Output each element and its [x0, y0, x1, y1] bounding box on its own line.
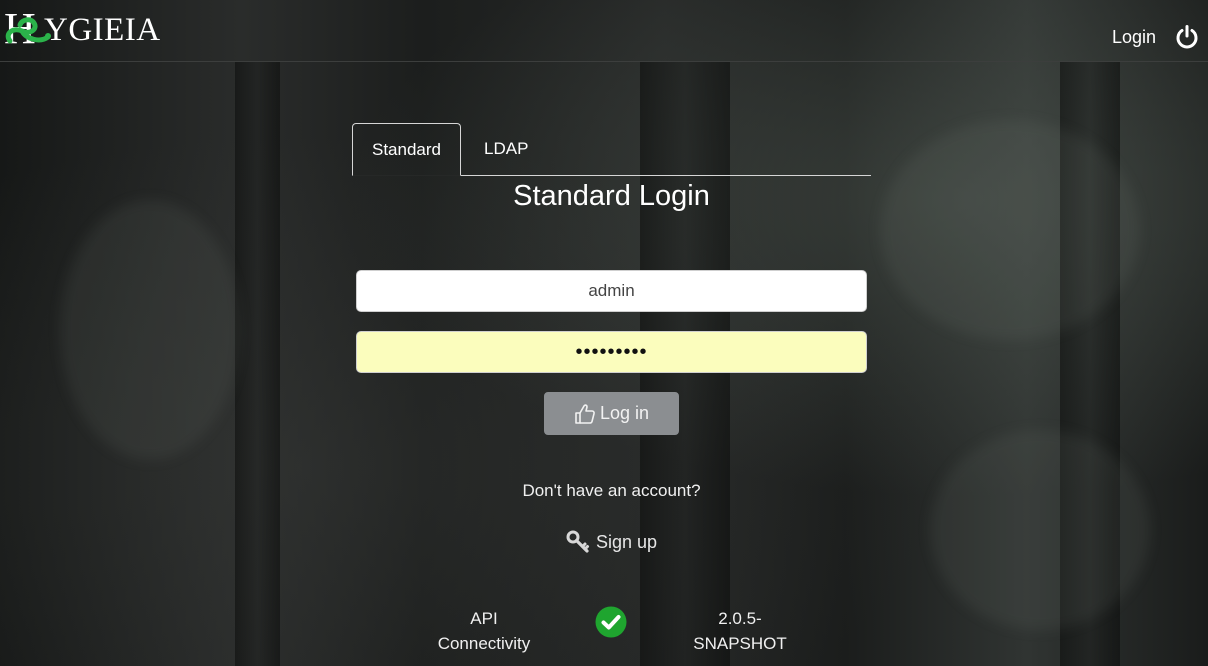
logo-letter: H [4, 7, 51, 51]
password-input[interactable] [356, 331, 867, 373]
signup-label: Sign up [596, 531, 658, 552]
snake-logo-icon [5, 17, 51, 44]
page-title: Standard Login [513, 180, 710, 212]
background-foliage [880, 120, 1140, 340]
check-circle-icon [595, 606, 627, 638]
version-line1: 2.0.5- [718, 609, 762, 628]
power-icon[interactable] [1174, 24, 1200, 50]
key-icon [566, 530, 589, 553]
username-input[interactable] [356, 270, 867, 312]
login-button-label: Log in [599, 403, 650, 423]
logo-text: YGIEIA [44, 12, 161, 48]
api-label-line2: Connectivity [437, 634, 531, 653]
version-label: 2.0.5- SNAPSHOT [678, 606, 802, 656]
login-tabs: Standard LDAP [352, 123, 871, 176]
api-connectivity-label: API Connectivity [424, 606, 544, 656]
tab-ldap[interactable]: LDAP [461, 123, 547, 175]
version-line2: SNAPSHOT [693, 634, 787, 653]
top-navbar: H YGIEIA Login [0, 0, 1208, 62]
hygieia-logo[interactable]: H YGIEIA [4, 6, 161, 52]
header-login-link[interactable]: Login [1112, 27, 1156, 48]
background-tree-trunk [235, 62, 280, 666]
background-foliage [60, 200, 240, 460]
no-account-text: Don't have an account? [522, 481, 701, 500]
tab-standard[interactable]: Standard [352, 123, 461, 176]
signup-link[interactable]: Sign up [566, 530, 657, 554]
thumbs-up-icon [575, 403, 595, 424]
api-label-line1: API [470, 609, 498, 628]
login-button[interactable]: Log in [544, 392, 679, 435]
background-foliage [930, 430, 1150, 630]
